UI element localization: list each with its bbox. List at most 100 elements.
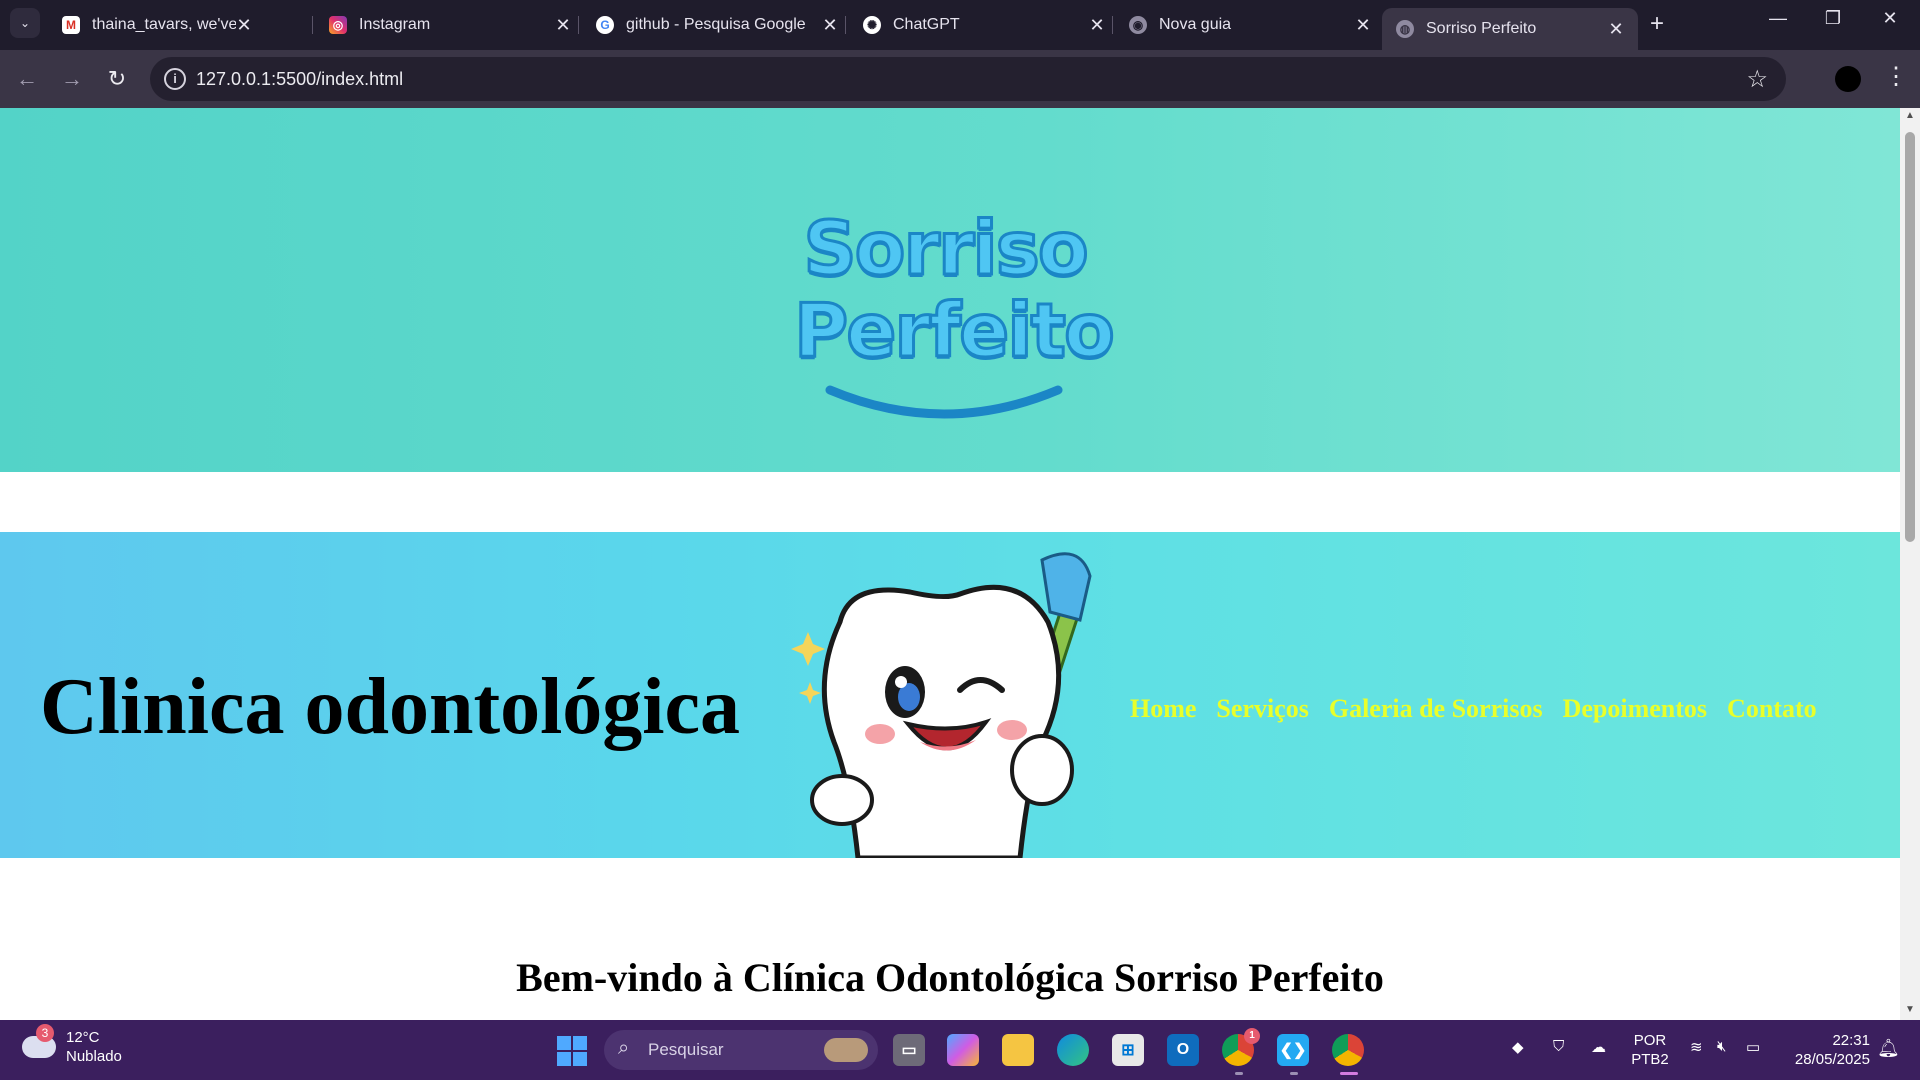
restore-icon[interactable]: ❐ — [1813, 8, 1853, 29]
weather-badge: 3 — [36, 1024, 54, 1042]
copilot-tray-icon[interactable]: ◆ — [1512, 1038, 1524, 1056]
copilot-icon[interactable] — [947, 1034, 979, 1066]
windows-taskbar: 3 12°C Nublado ⌕ Pesquisar ▭ ⊞ O 1 ❮❯ ◆ … — [0, 1020, 1920, 1080]
smile-icon — [825, 385, 1063, 419]
tab-sorriso-perfeito[interactable]: ◍ Sorriso Perfeito ✕ — [1382, 8, 1638, 50]
chrome-notification-badge: 1 — [1244, 1028, 1260, 1044]
tab-title: ChatGPT — [893, 16, 960, 33]
tab-new-tab[interactable]: ◉ Nova guia ✕ — [1115, 8, 1385, 42]
task-view-icon[interactable]: ▭ — [893, 1034, 925, 1066]
back-icon[interactable]: ← — [12, 64, 42, 94]
chrome-profile-taskbar-icon[interactable] — [1332, 1034, 1364, 1066]
site-info-icon[interactable]: i — [164, 68, 186, 90]
scrollbar-thumb[interactable] — [1905, 132, 1915, 542]
file-explorer-icon[interactable] — [1002, 1034, 1034, 1066]
welcome-heading: Bem-vindo à Clínica Odontológica Sorriso… — [516, 955, 1384, 1000]
logo-line-2: Perfeito — [793, 288, 1117, 374]
running-indicator — [1290, 1072, 1298, 1075]
chrome-icon: ◉ — [1129, 16, 1147, 34]
scroll-up-icon[interactable]: ▲ — [1904, 110, 1916, 121]
vscode-icon[interactable]: ❮❯ — [1277, 1034, 1309, 1066]
onedrive-icon[interactable]: ☁ — [1591, 1038, 1606, 1056]
new-tab-icon[interactable]: + — [1650, 10, 1664, 38]
url-text[interactable]: 127.0.0.1:5500/index.html — [196, 69, 403, 90]
tab-title: Sorriso Perfeito — [1426, 20, 1537, 37]
tab-google-search[interactable]: G github - Pesquisa Google ✕ — [582, 8, 852, 42]
tab-separator — [578, 16, 579, 34]
main-nav: Home Serviços Galeria de Sorrisos Depoim… — [1130, 694, 1817, 724]
notification-bell-icon[interactable]: 🔔︎ — [1877, 1038, 1900, 1059]
close-tab-icon[interactable]: ✕ — [236, 15, 252, 36]
taskbar-search[interactable]: ⌕ Pesquisar — [604, 1030, 878, 1070]
battery-icon[interactable]: ▭ — [1746, 1038, 1760, 1056]
nav-depoimentos[interactable]: Depoimentos — [1563, 694, 1707, 724]
outlook-icon[interactable]: O — [1167, 1034, 1199, 1066]
close-tab-icon[interactable]: ✕ — [1608, 19, 1624, 40]
logo-line-1: Sorriso — [802, 206, 1090, 292]
gmail-icon: M — [62, 16, 80, 34]
volume-muted-icon[interactable]: 🔇︎ — [1717, 1038, 1726, 1055]
clock[interactable]: 22:31 28/05/2025 — [1780, 1031, 1870, 1069]
page-scrollbar[interactable]: ▲ ▼ — [1900, 108, 1920, 1020]
tab-title: thaina_tavars, we've made — [92, 16, 236, 33]
browser-toolbar: ← → ↻ i 127.0.0.1:5500/index.html ☆ ⋮ — [0, 50, 1920, 108]
google-icon: G — [596, 16, 614, 34]
globe-icon: ◍ — [1396, 20, 1414, 38]
tab-title: github - Pesquisa Google — [626, 16, 806, 33]
page-viewport: Sorriso Perfeito Clinica odontológica Ho… — [0, 108, 1900, 1020]
banner-title: Clinica odontológica — [40, 663, 741, 751]
nav-galeria[interactable]: Galeria de Sorrisos — [1329, 694, 1543, 724]
profile-avatar[interactable] — [1835, 66, 1861, 92]
scroll-down-icon[interactable]: ▼ — [1904, 1004, 1916, 1015]
weather-temp: 12°C — [66, 1029, 100, 1046]
nav-home[interactable]: Home — [1130, 694, 1196, 724]
chrome-taskbar-icon[interactable]: 1 — [1222, 1028, 1260, 1066]
site-header: Sorriso Perfeito — [0, 108, 1900, 472]
search-highlight-image — [824, 1038, 868, 1062]
search-placeholder: Pesquisar — [648, 1040, 724, 1059]
language-code: POR — [1633, 1032, 1667, 1049]
tab-search-button[interactable]: ⌄ — [10, 8, 40, 38]
microsoft-store-icon[interactable]: ⊞ — [1112, 1034, 1144, 1066]
edge-icon[interactable] — [1057, 1034, 1089, 1066]
tab-instagram[interactable]: ◎ Instagram ✕ — [315, 8, 585, 42]
tab-title: Instagram — [359, 16, 431, 33]
keyboard-layout: PTB2 — [1631, 1051, 1669, 1068]
clock-date: 28/05/2025 — [1794, 1051, 1870, 1068]
minimize-icon[interactable]: — — [1758, 8, 1798, 29]
language-indicator[interactable]: POR PTB2 — [1630, 1031, 1670, 1069]
close-tab-icon[interactable]: ✕ — [1355, 15, 1371, 36]
chatgpt-icon: ✺ — [863, 16, 881, 34]
wifi-icon[interactable]: ≋ — [1690, 1038, 1703, 1056]
close-tab-icon[interactable]: ✕ — [555, 15, 571, 36]
search-icon: ⌕ — [618, 1037, 630, 1059]
hero-banner: Clinica odontológica Home Serviços Galer… — [0, 532, 1900, 858]
instagram-icon: ◎ — [329, 16, 347, 34]
weather-condition: Nublado — [66, 1048, 122, 1065]
tooth-mascot-icon — [791, 552, 1092, 858]
bookmark-star-icon[interactable]: ☆ — [1746, 65, 1768, 94]
browser-tab-bar: ⌄ M thaina_tavars, we've made ✕ ◎ Instag… — [0, 0, 1920, 50]
tab-title: Nova guia — [1159, 16, 1232, 33]
tab-separator — [312, 16, 313, 34]
running-indicator-active — [1340, 1072, 1358, 1075]
tab-separator — [1112, 16, 1113, 34]
close-tab-icon[interactable]: ✕ — [822, 15, 838, 36]
address-bar[interactable]: i 127.0.0.1:5500/index.html ☆ — [150, 57, 1786, 101]
site-logo[interactable]: Sorriso Perfeito — [793, 132, 1117, 444]
tab-gmail[interactable]: M thaina_tavars, we've made ✕ — [48, 8, 266, 42]
browser-menu-icon[interactable]: ⋮ — [1884, 62, 1908, 91]
reload-icon[interactable]: ↻ — [102, 64, 132, 94]
tab-separator — [845, 16, 846, 34]
security-shield-icon[interactable]: ⛉ — [1553, 1038, 1564, 1055]
nav-contato[interactable]: Contato — [1727, 694, 1817, 724]
close-window-icon[interactable]: ✕ — [1870, 8, 1910, 29]
weather-widget[interactable]: 3 12°C Nublado — [22, 1024, 122, 1066]
windows-start-icon[interactable] — [557, 1036, 587, 1066]
tab-chatgpt[interactable]: ✺ ChatGPT ✕ — [849, 8, 1119, 42]
close-tab-icon[interactable]: ✕ — [1089, 15, 1105, 36]
nav-servicos[interactable]: Serviços — [1216, 694, 1308, 724]
running-indicator — [1235, 1072, 1243, 1075]
forward-icon[interactable]: → — [57, 64, 87, 94]
clock-time: 22:31 — [1832, 1032, 1870, 1049]
